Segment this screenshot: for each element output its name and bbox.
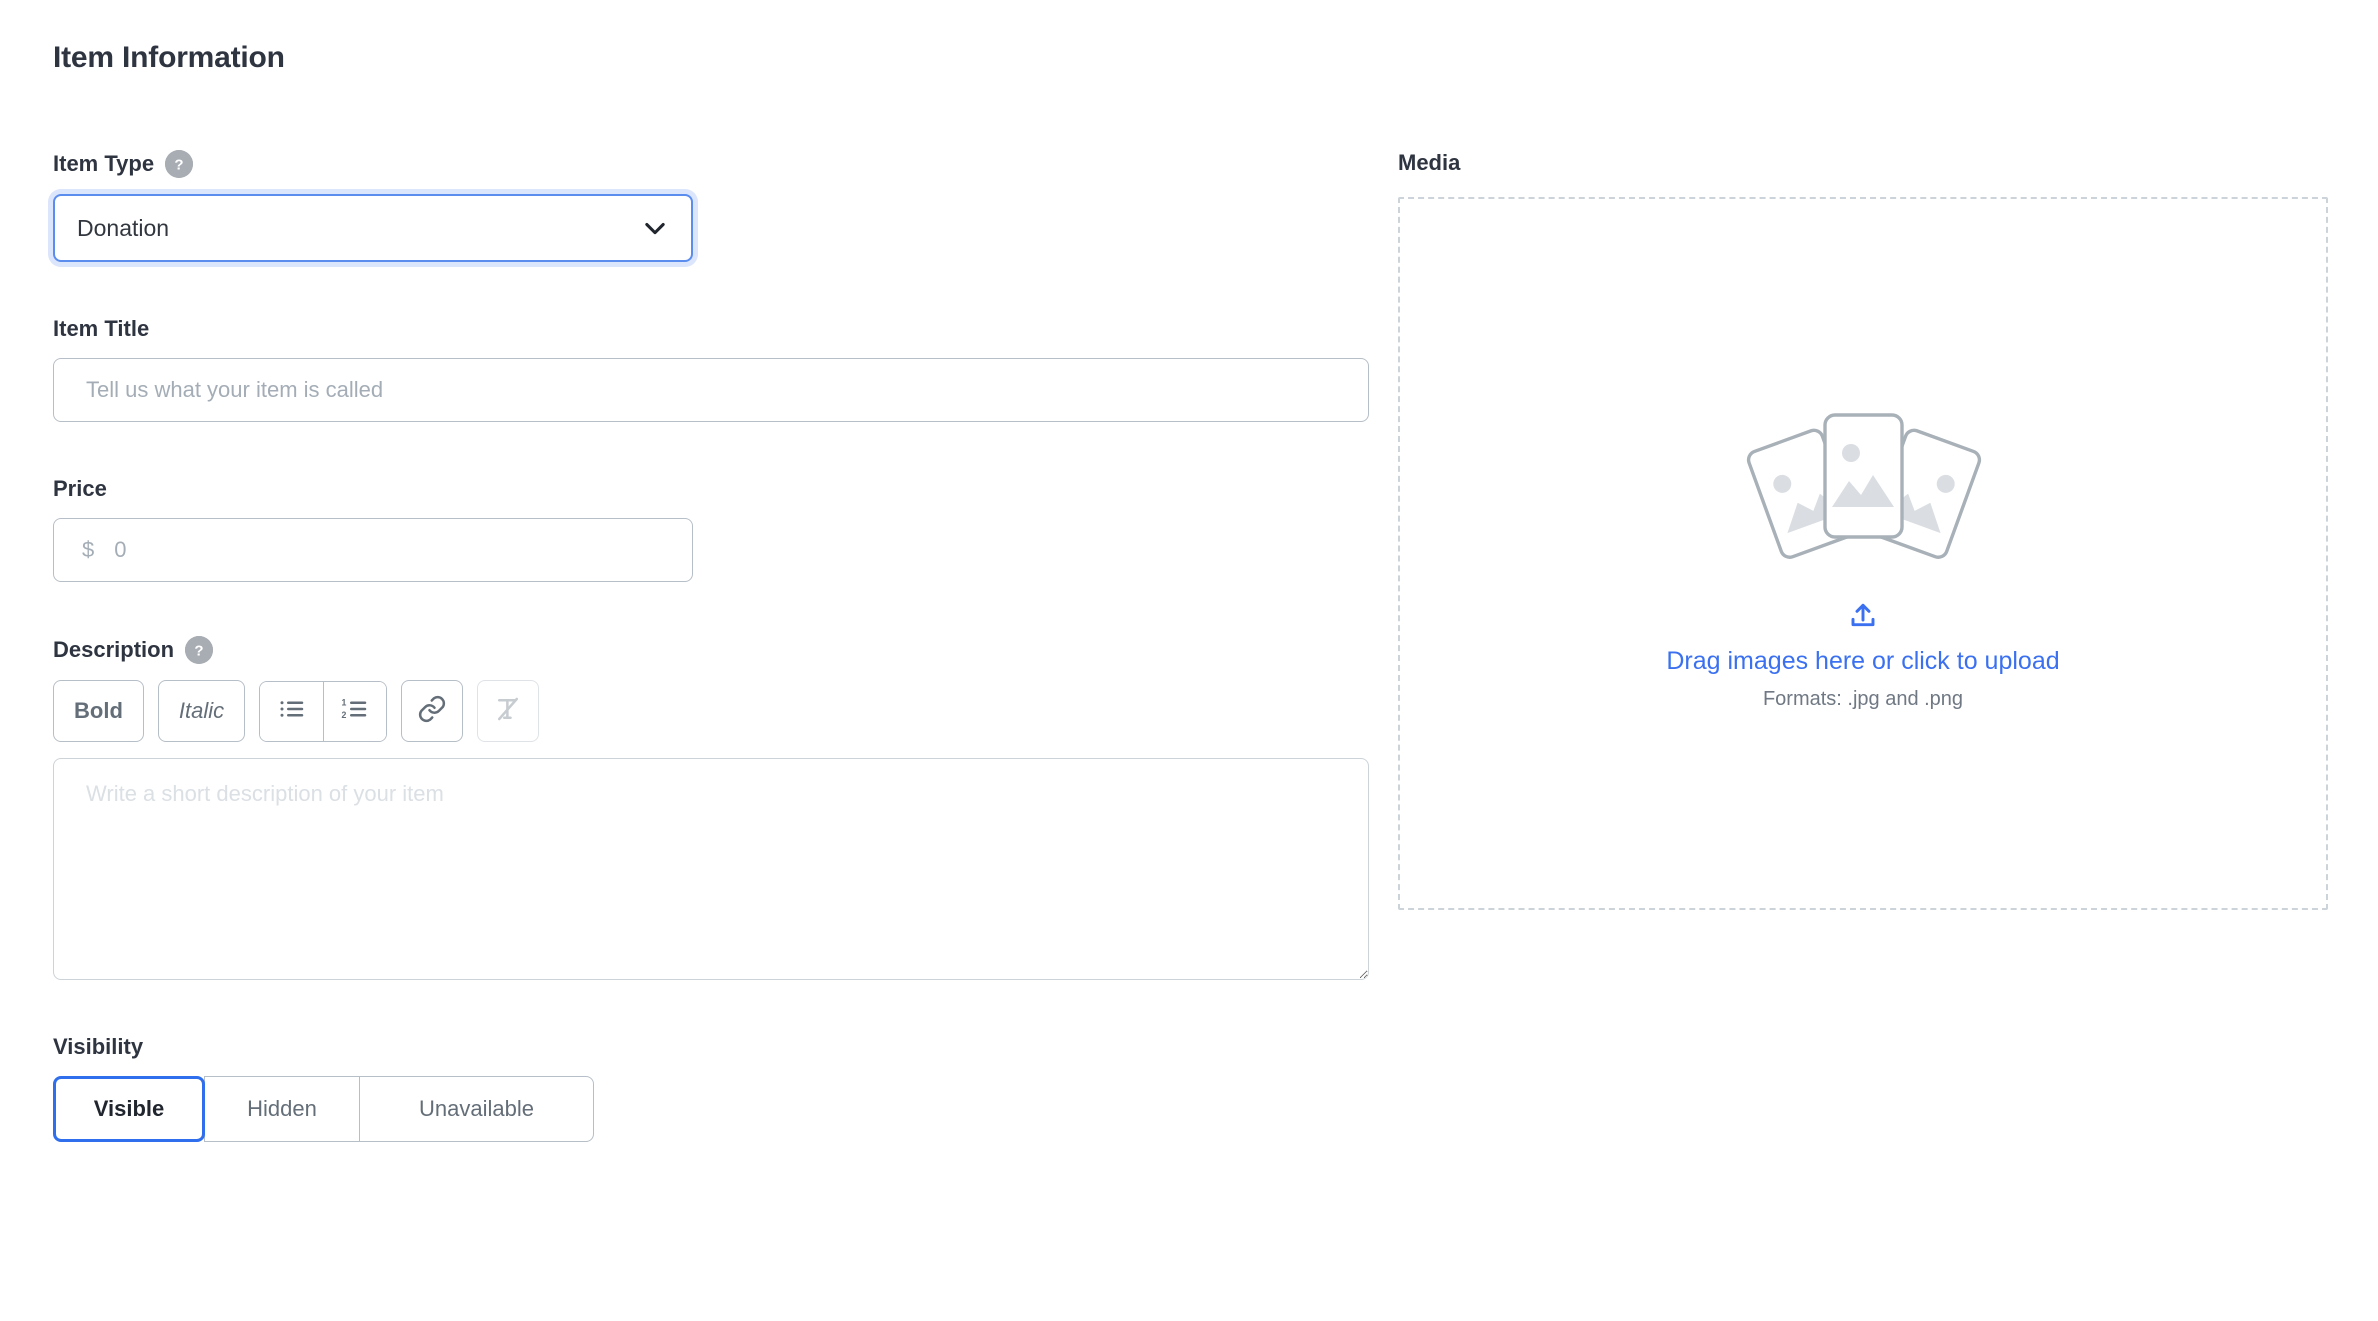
description-label: Description ? [53, 636, 1369, 664]
visibility-option-unavailable[interactable]: Unavailable [359, 1076, 594, 1142]
description-textarea[interactable] [53, 758, 1369, 980]
visibility-option-hidden[interactable]: Hidden [204, 1076, 361, 1142]
item-title-field: Item Title [53, 316, 1369, 422]
svg-text:1: 1 [342, 697, 347, 707]
link-icon [417, 694, 447, 729]
visibility-segmented-control: Visible Hidden Unavailable [53, 1076, 595, 1142]
visibility-label: Visibility [53, 1034, 1369, 1060]
item-title-label: Item Title [53, 316, 1369, 342]
question-mark-icon[interactable]: ? [185, 636, 213, 664]
item-type-selected-value: Donation [77, 215, 641, 242]
svg-text:?: ? [194, 643, 203, 660]
media-label: Media [1398, 150, 2328, 176]
bullet-list-icon [277, 694, 307, 729]
item-type-field: Item Type ? Donation [53, 150, 1369, 262]
chevron-down-icon [641, 214, 669, 242]
visibility-field: Visibility Visible Hidden Unavailable [53, 1034, 1369, 1142]
price-input[interactable] [112, 536, 664, 564]
media-label-text: Media [1398, 150, 1460, 176]
price-input-wrapper[interactable]: $ [53, 518, 693, 582]
upload-link-text[interactable]: Drag images here or click to upload [1666, 647, 2059, 676]
visibility-label-text: Visibility [53, 1034, 143, 1060]
form-left-column: Item Type ? Donation I [53, 150, 1369, 1142]
item-information-form: Item Information Item Type ? Donation [0, 0, 2378, 1321]
clear-formatting-button[interactable] [477, 680, 539, 742]
item-type-select[interactable]: Donation [53, 194, 693, 262]
visibility-option-visible[interactable]: Visible [53, 1076, 205, 1142]
bullet-list-button[interactable] [260, 682, 323, 741]
numbered-list-icon: 1 2 [340, 694, 370, 729]
item-type-label: Item Type ? [53, 150, 1369, 178]
page-title: Item Information [53, 41, 285, 75]
svg-text:2: 2 [342, 709, 347, 719]
numbered-list-button[interactable]: 1 2 [323, 682, 386, 741]
price-label-text: Price [53, 476, 107, 502]
currency-symbol: $ [82, 537, 94, 563]
photo-cards-illustration [1718, 397, 2008, 572]
media-column: Media [1398, 150, 2328, 910]
description-field: Description ? Bold Italic [53, 636, 1369, 980]
link-button[interactable] [401, 680, 463, 742]
item-type-label-text: Item Type [53, 151, 154, 177]
price-label: Price [53, 476, 1369, 502]
italic-button[interactable]: Italic [158, 680, 245, 742]
supported-formats-text: Formats: .jpg and .png [1763, 688, 1963, 711]
item-title-input[interactable] [53, 358, 1369, 422]
bold-button[interactable]: Bold [53, 680, 144, 742]
clear-formatting-icon [493, 694, 523, 729]
description-label-text: Description [53, 637, 174, 663]
upload-icon [1847, 600, 1879, 637]
question-mark-icon[interactable]: ? [165, 150, 193, 178]
list-button-group: 1 2 [259, 681, 387, 742]
svg-text:?: ? [174, 157, 183, 174]
rich-text-toolbar: Bold Italic [53, 680, 1369, 742]
item-title-label-text: Item Title [53, 316, 149, 342]
price-field: Price $ [53, 476, 1369, 582]
media-dropzone[interactable]: Drag images here or click to upload Form… [1398, 197, 2328, 910]
